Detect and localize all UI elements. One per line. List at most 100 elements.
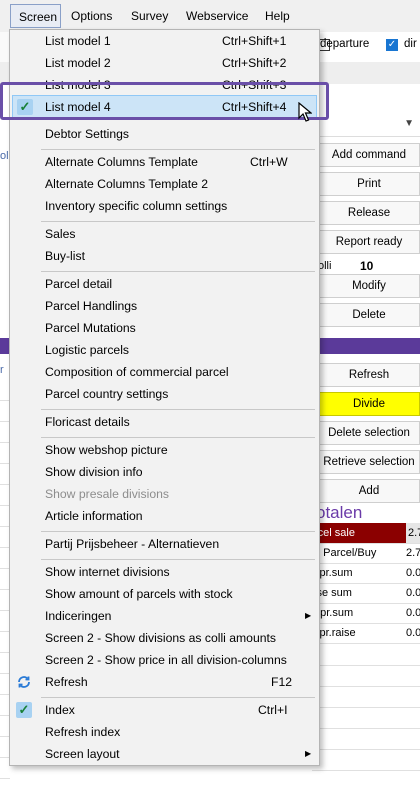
submenu-arrow-icon: ▶ xyxy=(305,611,312,620)
menu-item-show-division-info[interactable]: Show division info xyxy=(12,461,317,483)
menu-item-label: Screen layout xyxy=(45,747,120,761)
menu-item-parcel-detail[interactable]: Parcel detail xyxy=(12,273,317,295)
menu-item-screen2-price-columns[interactable]: Screen 2 - Show price in all division-co… xyxy=(12,649,317,671)
menu-item-sales[interactable]: Sales xyxy=(12,223,317,245)
totals-row: ypr.raise 0.0 xyxy=(312,623,420,644)
menu-item-parcel-handlings[interactable]: Parcel Handlings xyxy=(12,295,317,317)
menu-separator xyxy=(41,559,315,560)
retrieve-selection-button[interactable]: Retrieve selection xyxy=(318,450,420,474)
totals-value: 0.0 xyxy=(406,587,420,599)
menu-separator xyxy=(41,221,315,222)
menu-item-label: Sales xyxy=(45,227,76,241)
menu-item-label: Refresh xyxy=(45,675,88,689)
menu-item-alternate-columns-template[interactable]: Alternate Columns Template Ctrl+W xyxy=(12,151,317,173)
menu-separator xyxy=(41,697,315,698)
menu-item-show-internet-divisions[interactable]: Show internet divisions xyxy=(12,561,317,583)
menu-item-refresh-index[interactable]: Refresh index xyxy=(12,721,317,743)
menu-item-label: Indiceringen xyxy=(45,609,112,623)
print-button[interactable]: Print xyxy=(318,172,420,196)
menu-item-parcel-mutations[interactable]: Parcel Mutations xyxy=(12,317,317,339)
menu-item-label: Show webshop picture xyxy=(45,443,168,457)
refresh-button[interactable]: Refresh xyxy=(318,363,420,387)
menu-item-label: Inventory specific column settings xyxy=(45,199,228,213)
menu-item-label: Screen 2 - Show divisions as colli amoun… xyxy=(45,631,276,645)
menu-item-label: Refresh index xyxy=(45,725,121,739)
menu-separator xyxy=(41,437,315,438)
left-column-label: ol xyxy=(0,150,9,162)
menu-item-index[interactable]: ✓ Index Ctrl+I xyxy=(12,699,317,721)
chevron-down-icon: ▼ xyxy=(404,118,414,129)
left-row-label: r xyxy=(0,364,4,376)
totals-value: 2.7 xyxy=(406,547,420,559)
menu-item-list-model-2[interactable]: List model 2 Ctrl+Shift+2 xyxy=(12,52,317,74)
divide-button[interactable]: Divide xyxy=(318,392,420,416)
menu-item-label: Parcel country settings xyxy=(45,387,169,401)
top-options: departure ✓ dir xyxy=(318,32,420,58)
menu-item-indiceringen[interactable]: Indiceringen ▶ xyxy=(12,605,317,627)
totals-value: 2.7 xyxy=(406,523,420,543)
menu-item-label: Show amount of parcels with stock xyxy=(45,587,233,601)
delete-selection-button[interactable]: Delete selection xyxy=(318,421,420,445)
menu-options[interactable]: Options xyxy=(63,4,120,28)
menu-item-screen2-colli-amounts[interactable]: Screen 2 - Show divisions as colli amoun… xyxy=(12,627,317,649)
menu-item-label: Alternate Columns Template 2 xyxy=(45,177,209,191)
menu-item-label: Show internet divisions xyxy=(45,565,170,579)
menu-item-alternate-columns-template-2[interactable]: Alternate Columns Template 2 xyxy=(12,173,317,195)
menu-item-screen-layout[interactable]: Screen layout ▶ xyxy=(12,743,317,765)
menu-separator xyxy=(41,409,315,410)
menu-item-debtor-settings[interactable]: Debtor Settings xyxy=(12,123,317,145)
delete-button[interactable]: Delete xyxy=(318,303,420,327)
menu-survey[interactable]: Survey xyxy=(123,4,176,28)
submenu-arrow-icon: ▶ xyxy=(305,749,312,758)
menu-item-label: Index xyxy=(45,703,75,717)
totals-key: f. Parcel/Buy xyxy=(314,547,377,559)
release-button[interactable]: Release xyxy=(318,201,420,225)
menu-item-label: List model 2 xyxy=(45,56,111,70)
menu-item-label: Show division info xyxy=(45,465,143,479)
menu-item-partij-prijsbeheer[interactable]: Partij Prijsbeheer - Alternatieven xyxy=(12,533,317,555)
checkmark-icon: ✓ xyxy=(16,702,32,718)
menu-item-label: Debtor Settings xyxy=(45,127,130,141)
menu-help[interactable]: Help xyxy=(257,4,298,28)
totals-title: otalen xyxy=(316,503,363,522)
screen-menu-dropdown: List model 1 Ctrl+Shift+1 List model 2 Ctr… xyxy=(9,29,320,766)
menu-item-composition-commercial-parcel[interactable]: Composition of commercial parcel xyxy=(12,361,317,383)
menu-item-label: Logistic parcels xyxy=(45,343,129,357)
menu-separator xyxy=(41,149,315,150)
right-dropdown[interactable]: ▼ xyxy=(318,116,420,137)
menu-item-show-amount-parcels-stock[interactable]: Show amount of parcels with stock xyxy=(12,583,317,605)
menu-item-shortcut: Ctrl+Shift+1 xyxy=(222,34,287,48)
totals-row: epr.sum 0.0 xyxy=(312,603,420,624)
menu-item-parcel-country-settings[interactable]: Parcel country settings xyxy=(12,383,317,405)
totals-value: 0.0 xyxy=(406,567,420,579)
menu-item-floricast-details[interactable]: Floricast details xyxy=(12,411,317,433)
menu-item-article-information[interactable]: Article information xyxy=(12,505,317,527)
report-ready-button[interactable]: Report ready xyxy=(318,230,420,254)
menu-item-inventory-column-settings[interactable]: Inventory specific column settings xyxy=(12,195,317,217)
modify-button[interactable]: Modify xyxy=(318,274,420,298)
menu-item-label: Parcel Mutations xyxy=(45,321,136,335)
add-command-button[interactable]: Add command xyxy=(318,143,420,167)
colli-value: 10 xyxy=(360,259,374,273)
selection-highlight-outline xyxy=(0,82,329,120)
totals-key: ypr.raise xyxy=(314,627,356,639)
menu-webservice[interactable]: Webservice xyxy=(178,4,256,28)
menu-item-shortcut: F12 xyxy=(271,675,293,689)
add-button[interactable]: Add xyxy=(318,479,420,503)
right-gray-bar xyxy=(318,62,420,84)
dir-checkbox[interactable]: ✓ xyxy=(386,39,398,51)
menu-item-list-model-1[interactable]: List model 1 Ctrl+Shift+1 xyxy=(12,30,317,52)
menu-item-show-webshop-picture[interactable]: Show webshop picture xyxy=(12,439,317,461)
menu-item-logistic-parcels[interactable]: Logistic parcels xyxy=(12,339,317,361)
totals-row: f. Parcel/Buy 2.7 xyxy=(312,543,420,564)
totals-row: ypr.sum 0.0 xyxy=(312,563,420,584)
departure-label: departure xyxy=(320,38,370,50)
menu-item-buy-list[interactable]: Buy-list xyxy=(12,245,317,267)
menu-screen[interactable]: Screen xyxy=(10,4,61,28)
totals-value: 0.0 xyxy=(406,607,420,619)
dir-label: dir xyxy=(404,38,417,50)
menu-item-label: Parcel Handlings xyxy=(45,299,138,313)
menu-item-refresh[interactable]: Refresh F12 xyxy=(12,671,317,693)
totals-key: rcel sale xyxy=(314,527,355,539)
menu-item-show-presale-divisions: Show presale divisions xyxy=(12,483,317,505)
